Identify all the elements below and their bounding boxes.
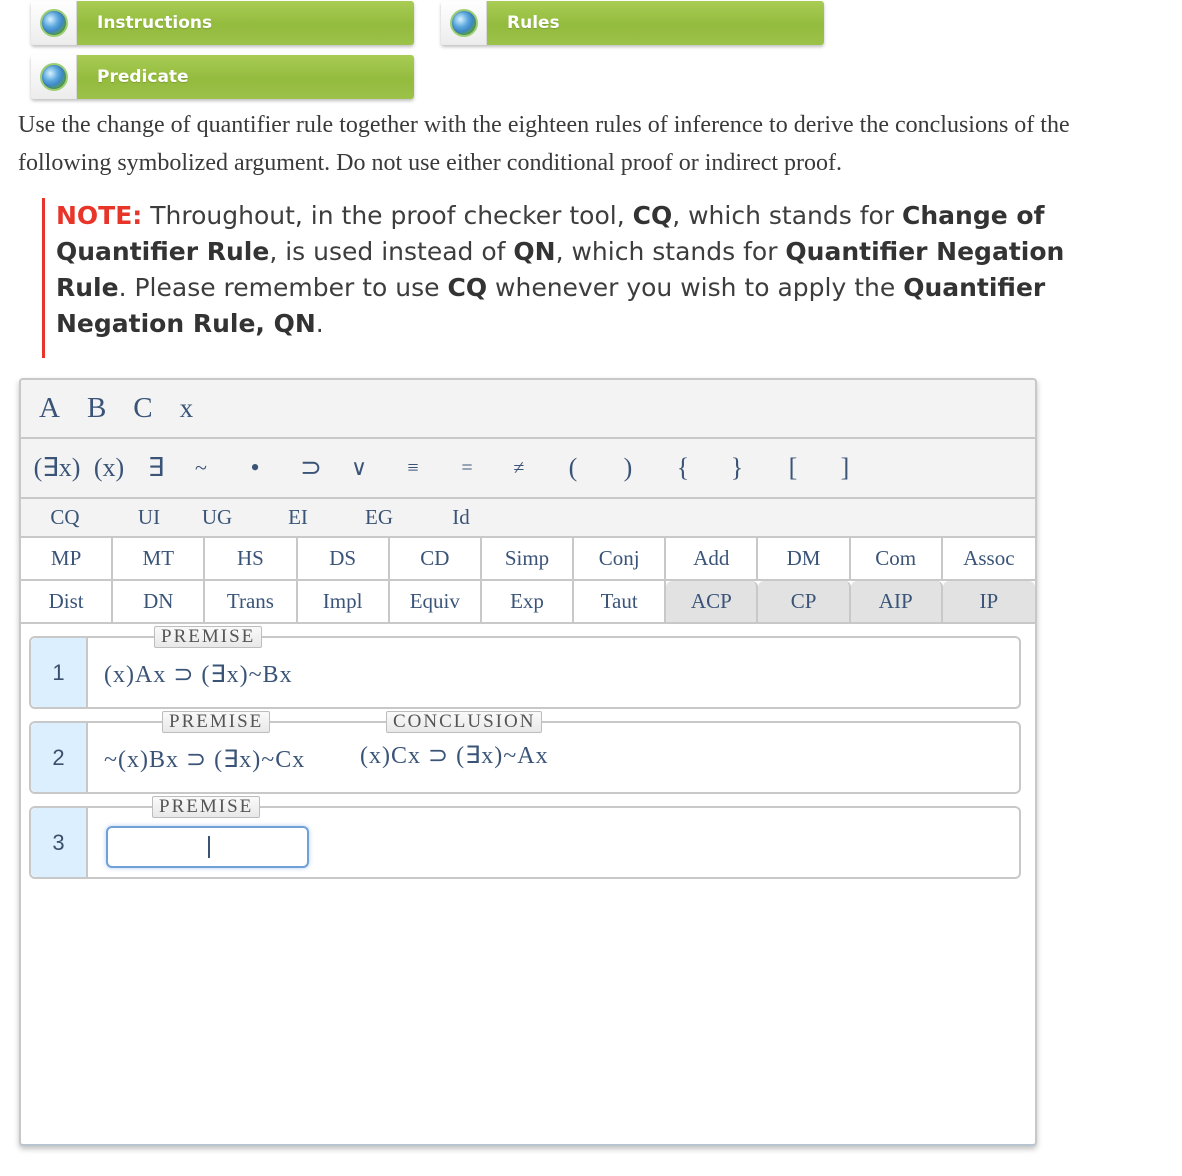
quantifier-rules-row: CQ UI UG EI EG Id bbox=[21, 499, 1035, 538]
note-text: . Please remember to use bbox=[118, 273, 448, 302]
globe-icon bbox=[39, 63, 68, 91]
rule-button-ui[interactable]: UI bbox=[109, 505, 189, 530]
rule-button-trans[interactable]: Trans bbox=[205, 581, 298, 624]
symbol-button-existential-x[interactable]: (∃x) bbox=[27, 453, 87, 483]
symbol-button-equals[interactable]: = bbox=[441, 457, 493, 480]
note-bold: CQ bbox=[632, 201, 673, 230]
rule-button-mp[interactable]: MP bbox=[21, 538, 114, 581]
note-text: , which stands for bbox=[555, 237, 786, 266]
rule-button-cp[interactable]: CP bbox=[758, 581, 851, 624]
conclusion-tag: CONCLUSION bbox=[386, 711, 543, 733]
rule-button-dist[interactable]: Dist bbox=[21, 581, 114, 624]
rule-button-com[interactable]: Com bbox=[850, 538, 943, 581]
rule-button-hs[interactable]: HS bbox=[205, 538, 298, 581]
proof-line: 3 PREMISE bbox=[29, 796, 1021, 879]
premise-formula[interactable]: (x)Ax ⊃ (∃x)~Bx bbox=[104, 660, 293, 689]
premise-tag: PREMISE bbox=[162, 711, 271, 733]
text-cursor bbox=[208, 836, 210, 858]
tab-predicate[interactable]: Predicate bbox=[31, 55, 414, 99]
line-number: 2 bbox=[31, 723, 88, 792]
symbol-button-B[interactable]: B bbox=[87, 392, 106, 425]
premise-tag: PREMISE bbox=[152, 796, 261, 818]
symbol-button-C[interactable]: C bbox=[133, 392, 152, 425]
note-text: whenever you wish to apply the bbox=[487, 273, 904, 302]
rule-button-cd[interactable]: CD bbox=[389, 538, 482, 581]
note-bold: QN bbox=[513, 237, 556, 266]
note-text: . bbox=[315, 309, 324, 338]
symbol-button-not-equals[interactable]: ≠ bbox=[493, 457, 545, 480]
tab-rules-label: Rules bbox=[487, 1, 824, 45]
proof-lines: 1 PREMISE (x)Ax ⊃ (∃x)~Bx 2 PREMISE ~(x)… bbox=[21, 624, 1035, 879]
proof-line: 1 PREMISE (x)Ax ⊃ (∃x)~Bx bbox=[29, 626, 1021, 709]
line-number: 3 bbox=[31, 808, 88, 877]
symbol-button-dot[interactable]: • bbox=[221, 453, 289, 483]
instructions-text: Use the change of quantifier rule togeth… bbox=[18, 112, 1070, 176]
line-number: 1 bbox=[31, 638, 88, 707]
symbol-button-tilde[interactable]: ~ bbox=[181, 455, 221, 481]
rule-button-simp[interactable]: Simp bbox=[481, 538, 575, 581]
letter-toolbar: A B C x bbox=[21, 380, 1035, 439]
tab-predicate-label: Predicate bbox=[77, 55, 414, 99]
note-callout: NOTE: Throughout, in the proof checker t… bbox=[42, 198, 1132, 358]
rule-button-ds[interactable]: DS bbox=[297, 538, 390, 581]
rule-button-taut[interactable]: Taut bbox=[574, 581, 667, 624]
symbol-button-universal-x[interactable]: (x) bbox=[87, 453, 131, 483]
rule-button-impl[interactable]: Impl bbox=[297, 581, 390, 624]
rule-button-ug[interactable]: UG bbox=[189, 505, 245, 530]
symbol-button-right-bracket[interactable]: ] bbox=[823, 453, 867, 483]
tab-instructions-label: Instructions bbox=[77, 1, 414, 45]
rule-button-add[interactable]: Add bbox=[666, 538, 759, 581]
rule-button-equiv[interactable]: Equiv bbox=[389, 581, 482, 624]
rule-button-aip[interactable]: AIP bbox=[850, 581, 943, 624]
conclusion-formula: (x)Cx ⊃ (∃x)~Ax bbox=[360, 743, 549, 769]
rule-button-dn[interactable]: DN bbox=[113, 581, 206, 624]
rule-button-exp[interactable]: Exp bbox=[481, 581, 575, 624]
rule-button-ip[interactable]: IP bbox=[942, 581, 1035, 624]
symbol-button-x[interactable]: x bbox=[180, 393, 194, 424]
inference-rules-grid: MP MT HS DS CD Simp Conj Add DM Com Asso… bbox=[21, 538, 1035, 624]
symbol-button-A[interactable]: A bbox=[39, 392, 60, 425]
tab-instructions[interactable]: Instructions bbox=[31, 1, 414, 45]
note-bold: CQ bbox=[447, 273, 488, 302]
rule-button-ei[interactable]: EI bbox=[245, 505, 351, 530]
tab-rules[interactable]: Rules bbox=[441, 1, 824, 45]
premise-formula[interactable]: ~(x)Bx ⊃ (∃x)~Cx bbox=[104, 745, 305, 774]
rule-button-conj[interactable]: Conj bbox=[574, 538, 667, 581]
symbol-button-exists[interactable]: ∃ bbox=[131, 453, 181, 483]
symbol-button-right-paren[interactable]: ) bbox=[601, 453, 655, 483]
note-label: NOTE: bbox=[56, 201, 143, 230]
premise-tag: PREMISE bbox=[154, 626, 263, 648]
globe-icon bbox=[39, 9, 68, 37]
proof-checker: A B C x (∃x) (x) ∃ ~ • ⊃ ∨ ≡ = ≠ ( ) { }… bbox=[19, 378, 1037, 1146]
symbol-button-left-brace[interactable]: { bbox=[655, 453, 711, 483]
rule-button-eg[interactable]: EG bbox=[351, 505, 407, 530]
rule-button-dm[interactable]: DM bbox=[758, 538, 851, 581]
symbol-button-triple-bar[interactable]: ≡ bbox=[385, 457, 441, 480]
rule-button-assoc[interactable]: Assoc bbox=[942, 538, 1035, 581]
note-text: , which stands for bbox=[672, 201, 903, 230]
operator-toolbar: (∃x) (x) ∃ ~ • ⊃ ∨ ≡ = ≠ ( ) { } [ ] bbox=[21, 439, 1035, 499]
rule-button-cq[interactable]: CQ bbox=[21, 505, 109, 530]
rule-button-id[interactable]: Id bbox=[407, 505, 515, 530]
symbol-button-left-bracket[interactable]: [ bbox=[763, 453, 823, 483]
symbol-button-right-brace[interactable]: } bbox=[711, 453, 763, 483]
symbol-button-horseshoe[interactable]: ⊃ bbox=[289, 453, 333, 483]
symbol-button-left-paren[interactable]: ( bbox=[545, 453, 601, 483]
note-text: Throughout, in the proof checker tool, bbox=[142, 201, 633, 230]
note-text: , is used instead of bbox=[269, 237, 514, 266]
proof-line: 2 PREMISE ~(x)Bx ⊃ (∃x)~Cx CONCLUSION (x… bbox=[29, 711, 1021, 794]
globe-icon bbox=[449, 9, 478, 37]
rule-button-acp[interactable]: ACP bbox=[666, 581, 759, 624]
rule-button-mt[interactable]: MT bbox=[113, 538, 206, 581]
symbol-button-vee[interactable]: ∨ bbox=[333, 455, 385, 481]
